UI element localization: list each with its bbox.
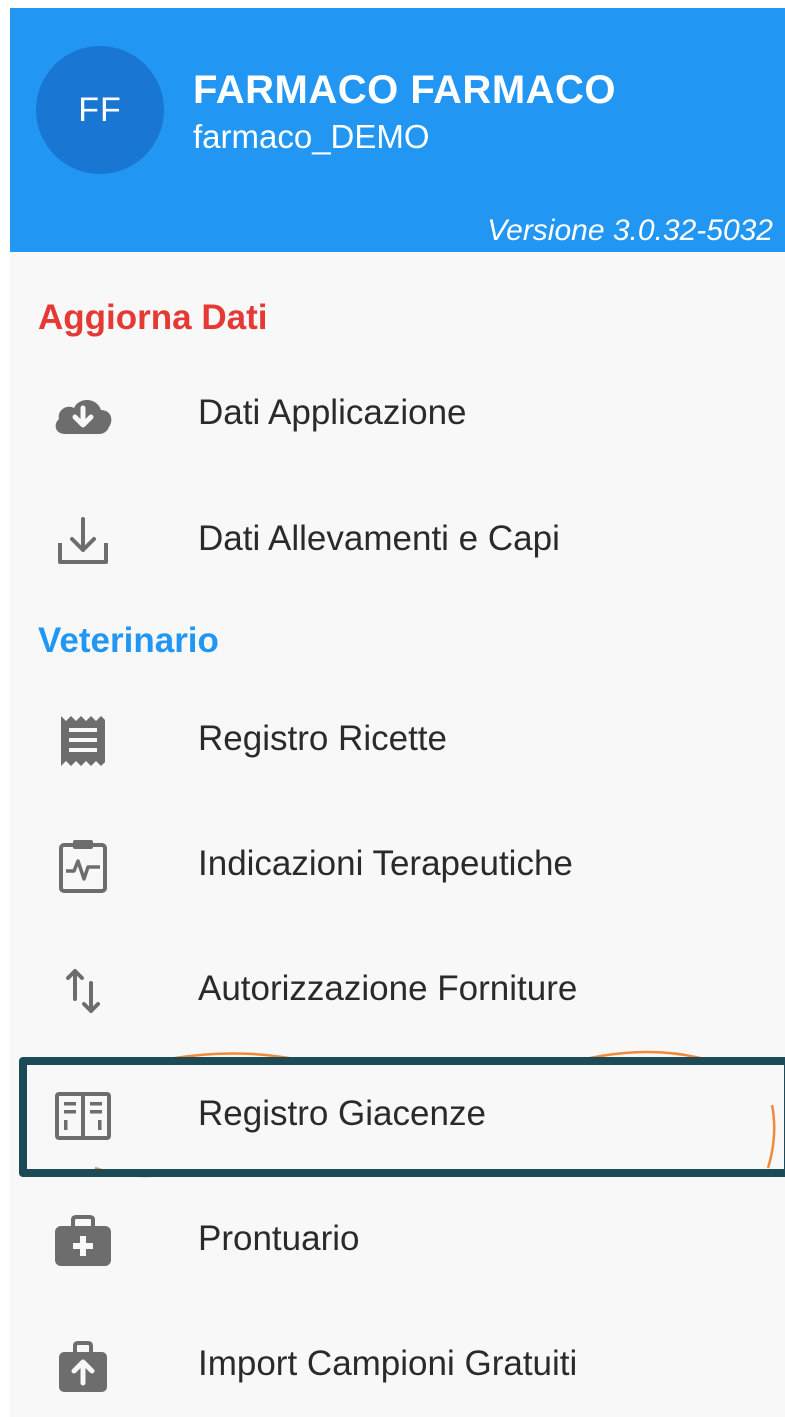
menu-item-registro-giacenze[interactable]: Registro Giacenze bbox=[10, 1061, 785, 1171]
navigation-drawer: FF FARMACO FARMACO farmaco_DEMO Versione… bbox=[10, 8, 785, 1417]
avatar-initials: FF bbox=[78, 90, 122, 129]
section-title-veterinario: Veterinario bbox=[38, 621, 219, 660]
menu-item-label: Import Campioni Gratuiti bbox=[198, 1344, 578, 1383]
user-id: farmaco_DEMO bbox=[193, 118, 430, 155]
menu-item-label: Autorizzazione Forniture bbox=[198, 969, 578, 1008]
swap-vertical-icon bbox=[50, 961, 116, 1021]
medical-bag-icon bbox=[50, 1211, 116, 1271]
menu-item-dati-applicazione[interactable]: Dati Applicazione bbox=[10, 360, 785, 470]
book-ledger-icon bbox=[50, 1086, 116, 1146]
menu-item-label: Registro Ricette bbox=[198, 719, 447, 758]
menu-item-label: Registro Giacenze bbox=[198, 1094, 486, 1133]
bag-upload-icon bbox=[50, 1336, 116, 1396]
drawer-header: FF FARMACO FARMACO farmaco_DEMO Versione… bbox=[10, 8, 785, 252]
cloud-download-icon bbox=[50, 385, 116, 445]
receipt-icon bbox=[50, 711, 116, 771]
menu-item-label: Indicazioni Terapeutiche bbox=[198, 844, 573, 883]
menu-item-label: Dati Allevamenti e Capi bbox=[198, 519, 560, 558]
menu-item-registro-ricette[interactable]: Registro Ricette bbox=[10, 686, 785, 796]
menu-item-import-campioni[interactable]: Import Campioni Gratuiti bbox=[10, 1311, 785, 1417]
menu-item-label: Dati Applicazione bbox=[198, 393, 467, 432]
app-version: Versione 3.0.32-5032 bbox=[487, 214, 773, 247]
menu-item-prontuario[interactable]: Prontuario bbox=[10, 1186, 785, 1296]
user-name: FARMACO FARMACO bbox=[193, 68, 617, 112]
menu-item-autorizzazione-forniture[interactable]: Autorizzazione Forniture bbox=[10, 936, 785, 1046]
menu-item-indicazioni-terapeutiche[interactable]: Indicazioni Terapeutiche bbox=[10, 811, 785, 921]
avatar[interactable]: FF bbox=[36, 46, 164, 174]
clipboard-pulse-icon bbox=[50, 836, 116, 896]
menu-item-label: Prontuario bbox=[198, 1219, 360, 1258]
menu-item-dati-allevamenti[interactable]: Dati Allevamenti e Capi bbox=[10, 486, 785, 596]
section-title-aggiorna-dati: Aggiorna Dati bbox=[38, 298, 268, 337]
tray-download-icon bbox=[50, 511, 116, 571]
